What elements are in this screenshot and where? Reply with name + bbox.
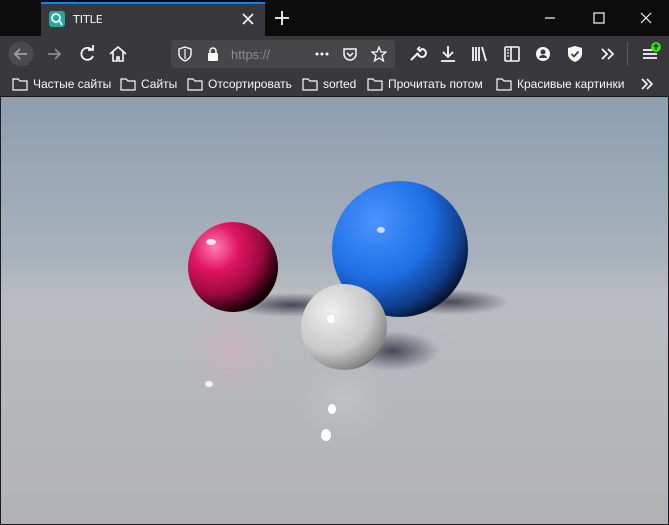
url-bar[interactable]: https:// [171, 40, 395, 68]
page-content[interactable] [1, 97, 668, 524]
bookmark-star-icon[interactable] [371, 46, 387, 62]
bookmark-label: Сайты [141, 77, 178, 91]
back-icon[interactable] [8, 41, 34, 67]
bookmarks-overflow-icon[interactable] [639, 76, 655, 92]
bookmark-label: sorted [323, 77, 357, 91]
page-actions-icon[interactable] [314, 46, 330, 62]
folder-icon [367, 78, 383, 91]
downloads-icon[interactable] [435, 41, 461, 67]
favicon-icon [49, 11, 65, 27]
url-text[interactable]: https:// [231, 47, 270, 62]
home-icon[interactable] [105, 41, 131, 67]
lock-icon[interactable] [205, 46, 221, 62]
reflection-glint [328, 404, 336, 414]
bookmark-label: Частые сайты [33, 77, 112, 91]
toolbar-separator [627, 42, 628, 66]
bookmark-label: Отсортировать [208, 77, 292, 91]
reflection-glint [205, 381, 213, 387]
white-sphere [301, 284, 387, 370]
folder-icon [187, 78, 203, 91]
reflection-glint [321, 429, 331, 441]
sidebar-icon[interactable] [499, 41, 525, 67]
wrench-icon[interactable] [404, 41, 430, 67]
tab-strip: TITLE [0, 0, 669, 36]
folder-icon [120, 78, 136, 91]
account-icon[interactable] [530, 41, 556, 67]
sphere-highlight [206, 239, 216, 245]
sphere-highlight [377, 227, 385, 233]
menu-icon[interactable] [637, 41, 663, 67]
forward-icon[interactable] [41, 41, 67, 67]
new-tab-icon[interactable] [272, 8, 292, 28]
folder-icon [496, 78, 512, 91]
close-window-icon[interactable] [636, 8, 656, 28]
sphere-highlight [327, 315, 335, 323]
minimize-icon[interactable] [540, 8, 560, 28]
bookmark-label: Красивые картинки [517, 77, 625, 91]
shield-extension-icon[interactable] [562, 41, 588, 67]
navigation-toolbar: https:// [0, 36, 669, 72]
maximize-icon[interactable] [589, 8, 609, 28]
pocket-icon[interactable] [342, 46, 358, 62]
tracking-shield-icon[interactable] [177, 46, 193, 62]
active-tab[interactable]: TITLE [41, 2, 265, 36]
folder-icon [12, 78, 28, 91]
library-icon[interactable] [466, 41, 492, 67]
close-tab-icon[interactable] [239, 10, 257, 28]
reload-icon[interactable] [74, 41, 100, 67]
overflow-chevron-icon[interactable] [595, 41, 621, 67]
webgl-canvas[interactable] [1, 97, 668, 524]
folder-icon [302, 78, 318, 91]
browser-window: TITLE https:// Частые сайты Сайты Отсорт… [0, 0, 669, 525]
bookmark-label: Прочитать потом [388, 77, 483, 91]
bookmarks-toolbar: Частые сайты Сайты Отсортировать sorted … [0, 72, 669, 97]
white-reflection [302, 367, 386, 447]
tab-title: TITLE [73, 13, 103, 26]
magenta-sphere [188, 222, 278, 312]
magenta-reflection [187, 311, 279, 407]
